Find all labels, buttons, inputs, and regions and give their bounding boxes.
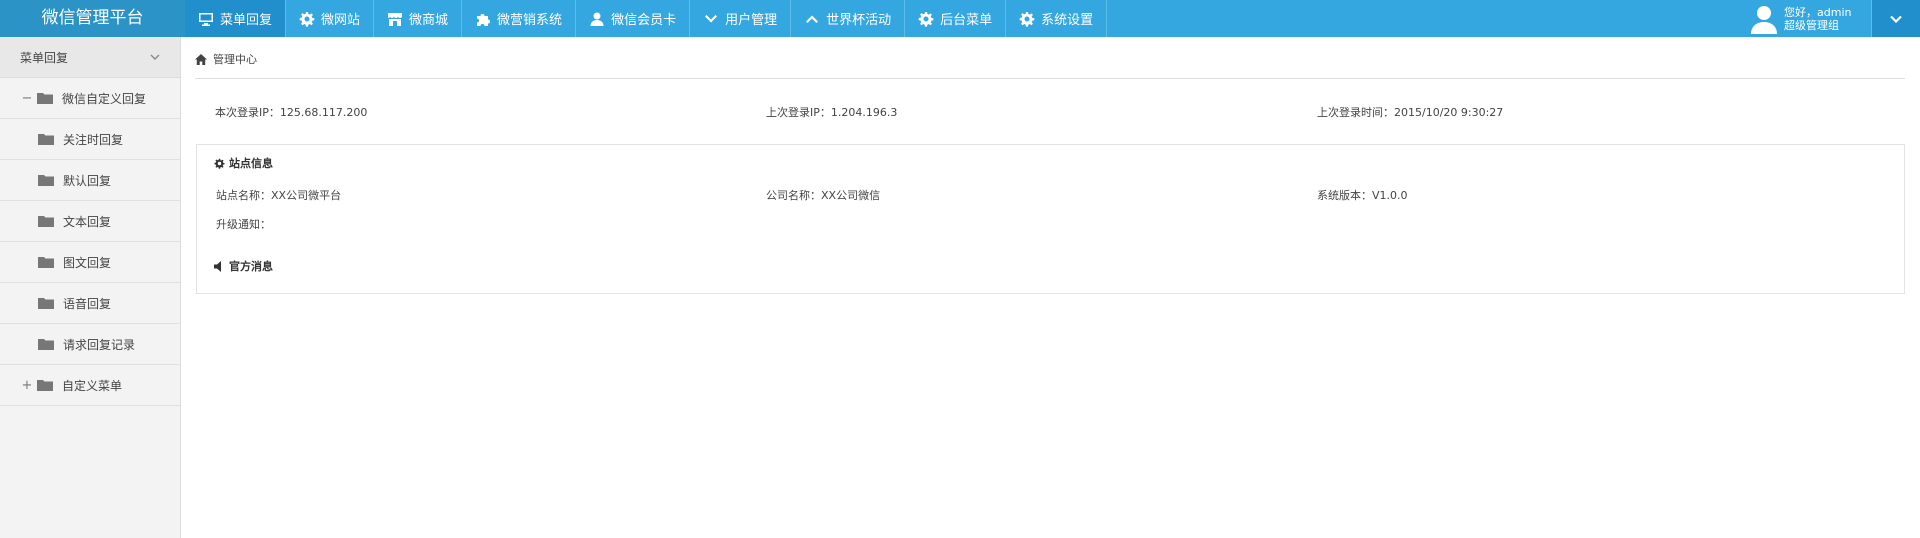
breadcrumb: 管理中心 (195, 51, 257, 67)
sidebar-group-custom-reply[interactable]: − 微信自定义回复 (0, 78, 180, 119)
nav-item-micro-mall[interactable]: 微商城 (374, 0, 463, 37)
sidebar-group-custom-menu[interactable]: + 自定义菜单 (0, 365, 180, 406)
nav-item-member-card[interactable]: 微信会员卡 (576, 0, 691, 37)
user-menu-toggle[interactable] (1871, 0, 1920, 37)
folder-icon (37, 92, 53, 104)
sidebar-item-voice-reply[interactable]: 语音回复 (0, 283, 180, 324)
nav-label: 微营销系统 (497, 13, 563, 28)
avatar-icon (1750, 4, 1778, 34)
home-icon (195, 53, 207, 65)
current-login-ip: 本次登录IP：125.68.117.200 (215, 106, 368, 119)
user-icon (589, 11, 605, 27)
top-navbar: 微信管理平台 菜单回复 微网站 微商城 微营销系统 微信会员卡 用户管理 世界杯 (0, 0, 1920, 37)
monitor-icon (198, 11, 214, 27)
main-nav: 菜单回复 微网站 微商城 微营销系统 微信会员卡 用户管理 世界杯活动 后台菜单… (185, 0, 1108, 37)
nav-item-menu-reply[interactable]: 菜单回复 (185, 0, 287, 37)
nav-label: 微商城 (409, 13, 449, 28)
folder-icon (38, 297, 54, 309)
last-login-ip: 上次登录IP：1.204.196.3 (766, 106, 898, 119)
nav-item-micro-marketing[interactable]: 微营销系统 (462, 0, 577, 37)
collapse-icon[interactable]: − (21, 91, 33, 106)
sidebar-item-follow-reply[interactable]: 关注时回复 (0, 119, 180, 160)
company-name: 公司名称：XX公司微信 (766, 189, 881, 202)
chevron-down-icon (1890, 15, 1902, 23)
gear-icon (299, 11, 315, 27)
site-info-title-label: 站点信息 (229, 157, 273, 170)
sidebar-item-text-reply[interactable]: 文本回复 (0, 201, 180, 242)
user-greeting: 您好，admin (1784, 5, 1852, 19)
chevron-down-icon (703, 11, 719, 27)
site-info-title: 站点信息 (214, 155, 273, 171)
main-content: 管理中心 本次登录IP：125.68.117.200 上次登录IP：1.204.… (181, 37, 1920, 538)
sidebar-item-default-reply[interactable]: 默认回复 (0, 160, 180, 201)
system-version: 系统版本：V1.0.0 (1317, 189, 1408, 202)
nav-item-admin-menu[interactable]: 后台菜单 (905, 0, 1007, 37)
nav-item-user-management[interactable]: 用户管理 (690, 0, 792, 37)
sidebar: 菜单回复 − 微信自定义回复 关注时回复 默认回复 文本回复 图文回复 语音回复… (0, 37, 181, 538)
puzzle-icon (475, 11, 491, 27)
sidebar-item-request-log[interactable]: 请求回复记录 (0, 324, 180, 365)
folder-icon (38, 256, 54, 268)
sidebar-item-label: 请求回复记录 (63, 337, 136, 352)
sidebar-item-label: 微信自定义回复 (62, 91, 147, 106)
nav-label: 后台菜单 (940, 13, 993, 28)
site-info-panel: 站点信息 站点名称：XX公司微平台 公司名称：XX公司微信 系统版本：V1.0.… (196, 144, 1905, 294)
folder-icon (38, 174, 54, 186)
sidebar-item-label: 语音回复 (63, 296, 112, 311)
official-news-label: 官方消息 (229, 260, 273, 273)
nav-label: 微信会员卡 (611, 13, 677, 28)
folder-icon (38, 133, 54, 145)
site-name: 站点名称：XX公司微平台 (216, 189, 342, 202)
gear-icon (214, 158, 225, 169)
speaker-icon (214, 260, 223, 272)
user-role: 超级管理组 (1784, 18, 1839, 32)
breadcrumb-label[interactable]: 管理中心 (213, 51, 257, 67)
nav-label: 用户管理 (725, 13, 778, 28)
nav-label: 系统设置 (1041, 13, 1094, 28)
upgrade-notice: 升级通知： (216, 218, 271, 231)
sidebar-item-label: 关注时回复 (63, 132, 124, 147)
folder-icon (38, 215, 54, 227)
expand-icon[interactable]: + (21, 378, 33, 393)
sidebar-header-label: 菜单回复 (20, 50, 69, 65)
sidebar-header[interactable]: 菜单回复 (0, 37, 180, 78)
nav-item-system-settings[interactable]: 系统设置 (1006, 0, 1108, 37)
chevron-up-icon (804, 11, 820, 27)
folder-icon (38, 338, 54, 350)
sidebar-item-label: 图文回复 (63, 255, 112, 270)
divider (195, 78, 1905, 79)
sidebar-item-label: 自定义菜单 (62, 378, 123, 393)
sidebar-item-label: 文本回复 (63, 214, 112, 229)
nav-label: 微网站 (321, 13, 361, 28)
nav-label: 菜单回复 (220, 13, 273, 28)
chevron-down-icon (150, 54, 160, 60)
last-login-time: 上次登录时间：2015/10/20 9:30:27 (1317, 106, 1504, 119)
nav-item-micro-site[interactable]: 微网站 (286, 0, 375, 37)
folder-icon (37, 379, 53, 391)
nav-label: 世界杯活动 (826, 13, 892, 28)
official-news-title: 官方消息 (214, 258, 273, 274)
nav-item-world-cup[interactable]: 世界杯活动 (791, 0, 906, 37)
gear-icon (1019, 11, 1035, 27)
gear-icon (918, 11, 934, 27)
app-logo[interactable]: 微信管理平台 (0, 0, 185, 37)
store-icon (387, 11, 403, 27)
user-info[interactable]: 您好，admin 超级管理组 (1750, 0, 1870, 37)
sidebar-item-label: 默认回复 (63, 173, 112, 188)
sidebar-item-image-text-reply[interactable]: 图文回复 (0, 242, 180, 283)
